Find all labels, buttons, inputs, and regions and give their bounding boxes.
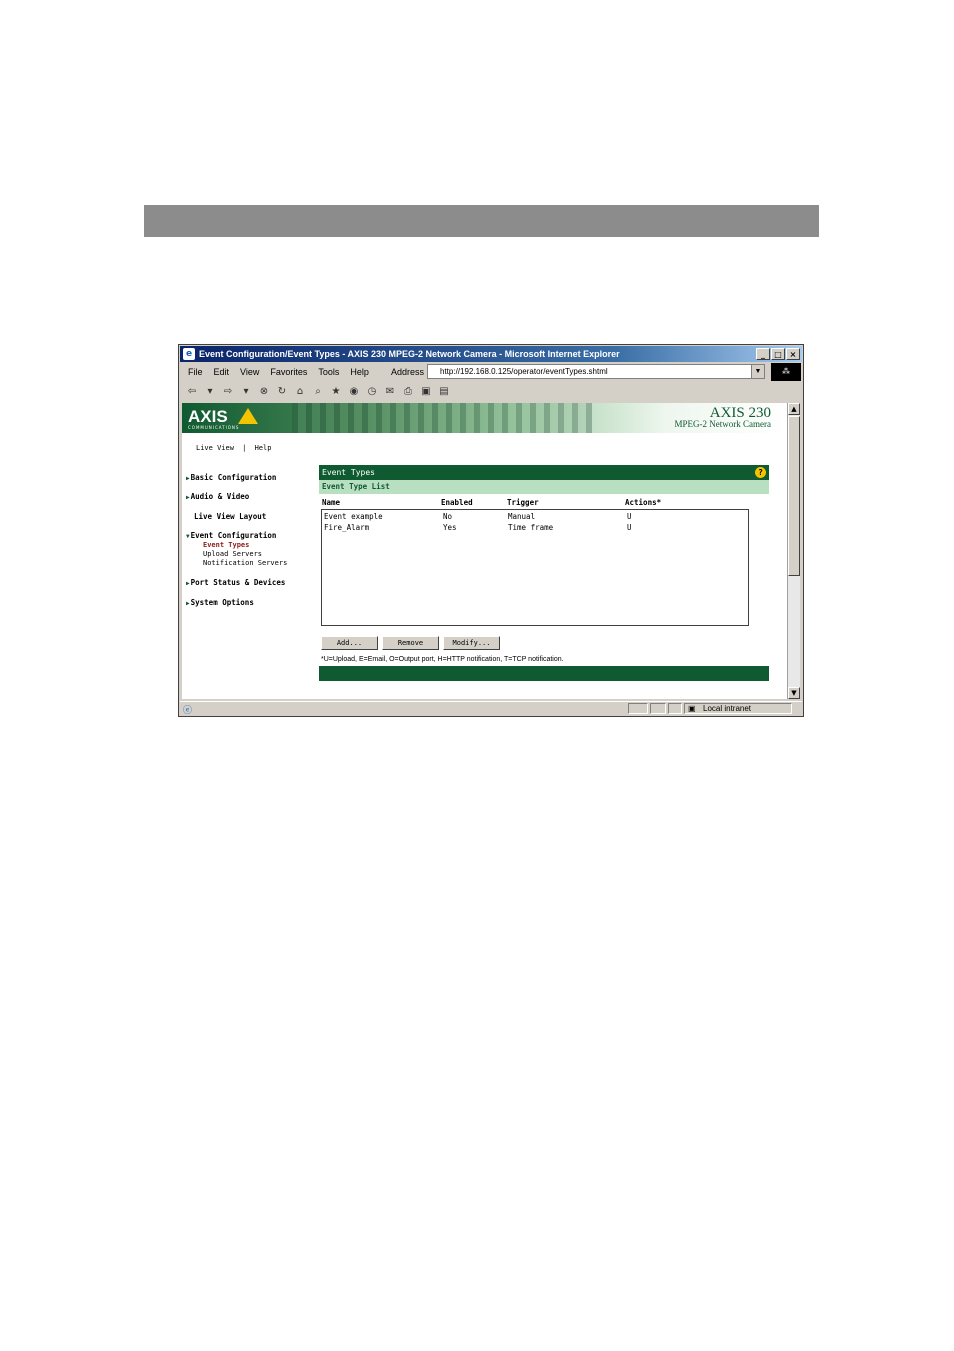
back-icon[interactable]: ⇦ — [185, 385, 199, 399]
zone-label: Local intranet — [703, 704, 752, 713]
event-trigger: Manual — [508, 512, 536, 521]
axis-logo-triangle-icon — [238, 408, 258, 424]
maximize-button[interactable]: □ — [771, 348, 785, 360]
discuss-icon[interactable]: ▤ — [437, 385, 451, 399]
model-subtitle: MPEG-2 Network Camera — [674, 419, 771, 429]
favorites-icon[interactable]: ★ — [329, 385, 343, 399]
help-link[interactable]: Help — [255, 444, 272, 452]
expand-arrow-icon: ▶ — [186, 600, 190, 607]
axis-logo-sub: COMMUNICATIONS — [188, 425, 240, 430]
actions-legend: *U=Upload, E=Email, O=Output port, H=HTT… — [321, 656, 564, 663]
list-item[interactable]: Fire_Alarm Yes Time frame U — [322, 523, 748, 533]
live-view-link[interactable]: Live View — [196, 444, 234, 452]
ie-icon: e — [183, 348, 195, 360]
remove-button[interactable]: Remove — [382, 636, 439, 650]
forward-icon[interactable]: ⇨ — [221, 385, 235, 399]
scroll-up-icon[interactable]: ▲ — [788, 403, 800, 415]
event-name: Event example — [324, 512, 383, 521]
search-icon[interactable]: ⌕ — [311, 385, 325, 399]
intranet-icon: ▣ — [688, 704, 696, 713]
security-zone: ▣ Local intranet — [684, 703, 792, 714]
event-enabled: No — [443, 512, 453, 521]
refresh-icon[interactable]: ↻ — [275, 385, 289, 399]
address-value: http://192.168.0.125/operator/eventTypes… — [440, 367, 608, 376]
scroll-thumb[interactable] — [788, 416, 800, 576]
menu-favorites[interactable]: Favorites — [270, 367, 307, 377]
nav-event-configuration[interactable]: ▼Event Configuration — [186, 531, 276, 540]
toolbar: ⇦ ▾ ⇨ ▾ ⊗ ↻ ⌂ ⌕ ★ ◉ ◷ ✉ ⎙ ▣ ▤ — [181, 383, 471, 401]
vertical-scrollbar[interactable]: ▲ ▼ — [787, 403, 800, 699]
event-trigger: Time frame — [508, 523, 554, 532]
window-title: Event Configuration/Event Types - AXIS 2… — [199, 349, 620, 359]
windows-logo-icon: ⁂ — [771, 363, 801, 381]
close-button[interactable]: × — [786, 348, 800, 360]
section-header: Event Types ? — [319, 465, 769, 480]
link-separator: | — [242, 444, 247, 452]
list-item[interactable]: Event example No Manual U — [322, 512, 748, 522]
dropdown-icon[interactable]: ▾ — [203, 385, 217, 399]
expand-arrow-icon: ▶ — [186, 580, 190, 587]
dropdown-icon[interactable]: ▾ — [239, 385, 253, 399]
home-icon[interactable]: ⌂ — [293, 385, 307, 399]
add-button[interactable]: Add... — [321, 636, 378, 650]
collapse-arrow-icon: ▼ — [186, 533, 190, 540]
menu-file[interactable]: File — [188, 367, 203, 377]
page-status-icon: ⓔ — [183, 705, 193, 715]
event-name: Fire_Alarm — [324, 523, 370, 532]
menu-edit[interactable]: Edit — [214, 367, 230, 377]
nav-basic-configuration[interactable]: ▶Basic Configuration — [186, 473, 276, 482]
page-viewport: AXIS COMMUNICATIONS AXIS 230 MPEG-2 Netw… — [182, 403, 787, 699]
column-header-enabled: Enabled — [441, 498, 473, 507]
expand-arrow-icon: ▶ — [186, 494, 190, 501]
stop-icon[interactable]: ⊗ — [257, 385, 271, 399]
nav-system-options[interactable]: ▶System Options — [186, 598, 254, 607]
address-label: Address — [391, 367, 425, 377]
page-header-band — [144, 205, 819, 237]
help-icon[interactable]: ? — [755, 467, 766, 478]
menu-help[interactable]: Help — [350, 367, 369, 377]
modify-button[interactable]: Modify... — [443, 636, 500, 650]
nav-notification-servers[interactable]: Notification Servers — [203, 559, 287, 567]
status-segment — [650, 703, 666, 714]
status-segment — [668, 703, 682, 714]
page-title: Event Types — [322, 468, 375, 477]
minimize-button[interactable]: _ — [756, 348, 770, 360]
history-icon[interactable]: ◷ — [365, 385, 379, 399]
title-bar: e Event Configuration/Event Types - AXIS… — [180, 346, 802, 362]
event-actions: U — [627, 512, 632, 521]
nav-audio-video[interactable]: ▶Audio & Video — [186, 492, 249, 501]
event-type-list[interactable]: Event example No Manual U Fire_Alarm Yes… — [321, 509, 749, 626]
browser-window: e Event Configuration/Event Types - AXIS… — [178, 344, 804, 717]
address-dropdown-icon[interactable]: ▼ — [751, 365, 764, 378]
axis-logo: AXIS — [188, 407, 228, 426]
camera-photo — [292, 403, 592, 433]
column-header-actions: Actions* — [625, 498, 662, 507]
status-bar: ⓔ ▣ Local intranet — [180, 701, 802, 716]
address-input[interactable]: http://192.168.0.125/operator/eventTypes… — [427, 364, 765, 379]
expand-arrow-icon: ▶ — [186, 475, 190, 482]
section-subheader: Event Type List — [319, 480, 769, 494]
nav-upload-servers[interactable]: Upload Servers — [203, 550, 262, 558]
nav-live-view-layout[interactable]: Live View Layout — [194, 512, 266, 521]
scroll-down-icon[interactable]: ▼ — [788, 687, 800, 699]
top-links: Live View | Help — [196, 444, 275, 452]
column-header-name: Name — [322, 498, 341, 507]
nav-port-status-devices[interactable]: ▶Port Status & Devices — [186, 578, 285, 587]
column-header-trigger: Trigger — [507, 498, 539, 507]
media-icon[interactable]: ◉ — [347, 385, 361, 399]
event-actions: U — [627, 523, 632, 532]
status-segment — [628, 703, 648, 714]
axis-banner: AXIS COMMUNICATIONS AXIS 230 MPEG-2 Netw… — [182, 403, 787, 433]
section-footer-bar — [319, 666, 769, 681]
edit-icon[interactable]: ▣ — [419, 385, 433, 399]
print-icon[interactable]: ⎙ — [401, 385, 415, 399]
event-enabled: Yes — [443, 523, 457, 532]
nav-event-types[interactable]: Event Types — [203, 541, 249, 549]
menu-view[interactable]: View — [240, 367, 259, 377]
menu-tools[interactable]: Tools — [318, 367, 339, 377]
mail-icon[interactable]: ✉ — [383, 385, 397, 399]
